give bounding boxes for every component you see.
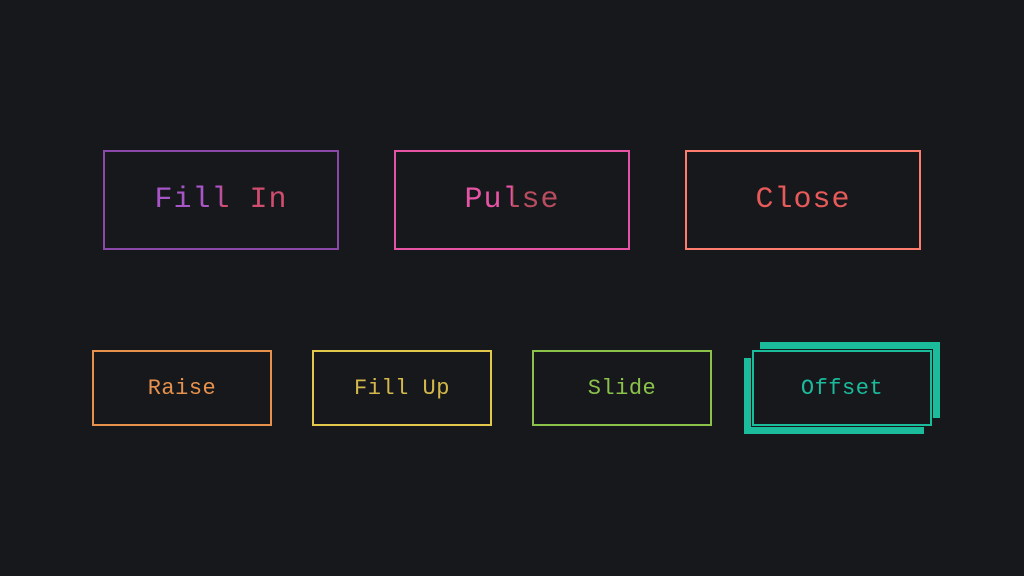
- offset-button[interactable]: Offset: [752, 350, 932, 426]
- button-label: Close: [755, 183, 850, 217]
- button-label: Offset: [801, 376, 883, 401]
- raise-button[interactable]: Raise: [92, 350, 272, 426]
- pulse-button[interactable]: Pulse: [394, 150, 630, 250]
- button-row-bottom: Raise Fill Up Slide Offset: [92, 350, 932, 426]
- slide-button[interactable]: Slide: [532, 350, 712, 426]
- fill-up-button[interactable]: Fill Up: [312, 350, 492, 426]
- fill-in-button[interactable]: Fill In: [103, 150, 339, 250]
- button-label: Pulse: [464, 183, 559, 217]
- button-label: Fill Up: [354, 376, 450, 401]
- button-row-top: Fill In Pulse Close: [103, 150, 921, 250]
- button-showcase: Fill In Pulse Close Raise Fill Up Slide …: [0, 0, 1024, 576]
- button-label: Raise: [148, 376, 217, 401]
- button-label: Fill In: [154, 183, 287, 217]
- close-button[interactable]: Close: [685, 150, 921, 250]
- button-label: Slide: [588, 376, 657, 401]
